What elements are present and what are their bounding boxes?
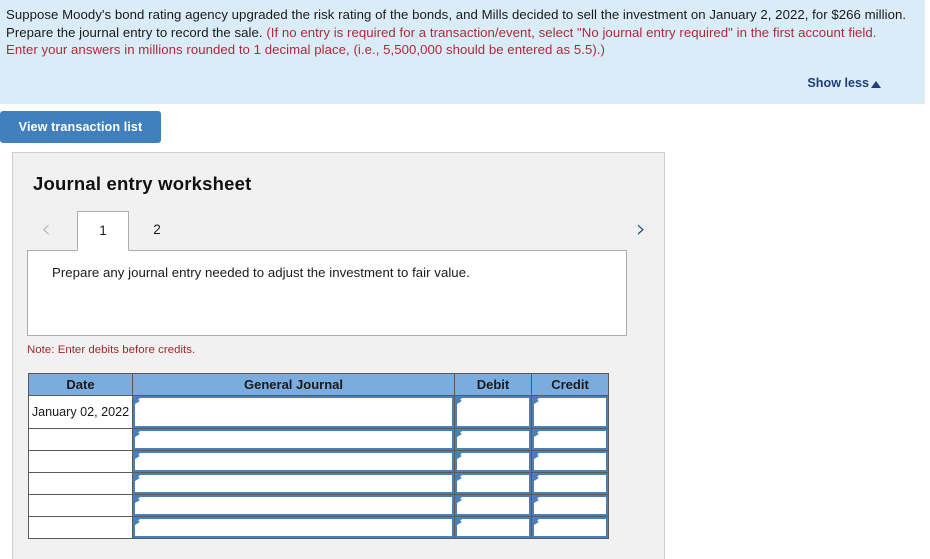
table-row — [28, 494, 609, 517]
debit-cell[interactable] — [454, 450, 532, 473]
debit-input[interactable] — [455, 451, 531, 472]
credit-cell[interactable] — [531, 450, 609, 473]
view-transaction-list-button[interactable]: View transaction list — [0, 111, 161, 143]
show-less-control[interactable]: Show less — [807, 76, 881, 90]
date-cell — [28, 428, 133, 451]
dropdown-marker-icon — [457, 519, 462, 525]
table-row: January 02, 2022 — [28, 395, 609, 429]
credit-input[interactable] — [532, 473, 608, 494]
previous-entry-chevron-icon[interactable]: ‹ — [35, 215, 57, 245]
dropdown-marker-icon — [534, 497, 539, 503]
table-row — [28, 450, 609, 473]
dropdown-marker-icon — [135, 453, 140, 459]
debit-input[interactable] — [455, 429, 531, 450]
dropdown-marker-icon — [135, 519, 140, 525]
column-header-general-journal: General Journal — [132, 373, 455, 396]
next-entry-chevron-icon[interactable]: › — [630, 215, 652, 245]
table-header-row: Date General Journal Debit Credit — [28, 373, 609, 396]
debit-cell[interactable] — [454, 494, 532, 517]
credit-input[interactable] — [532, 495, 608, 516]
general-journal-input[interactable] — [133, 429, 454, 450]
debit-cell[interactable] — [454, 472, 532, 495]
journal-table-header: Date General Journal Debit Credit — [28, 373, 609, 396]
debit-input[interactable] — [455, 495, 531, 516]
debit-cell[interactable] — [454, 428, 532, 451]
dropdown-marker-icon — [534, 519, 539, 525]
dropdown-marker-icon — [135, 497, 140, 503]
worksheet-title: Journal entry worksheet — [33, 173, 252, 194]
general-journal-cell[interactable] — [132, 494, 455, 517]
debit-input[interactable] — [455, 517, 531, 538]
entry-instruction-box: Prepare any journal entry needed to adju… — [27, 250, 627, 336]
date-cell: January 02, 2022 — [28, 395, 133, 429]
journal-entry-table: Date General Journal Debit Credit Januar… — [28, 373, 609, 539]
dropdown-marker-icon — [135, 431, 140, 437]
credit-cell[interactable] — [531, 395, 609, 429]
credit-cell[interactable] — [531, 428, 609, 451]
general-journal-input[interactable] — [133, 473, 454, 494]
date-cell — [28, 472, 133, 495]
credit-input[interactable] — [532, 396, 608, 428]
credit-cell[interactable] — [531, 494, 609, 517]
general-journal-cell[interactable] — [132, 428, 455, 451]
worksheet-tabs: ‹ 1 2 › — [27, 209, 652, 251]
credit-input[interactable] — [532, 451, 608, 472]
general-journal-cell[interactable] — [132, 450, 455, 473]
credit-input[interactable] — [532, 429, 608, 450]
tab-entry-2[interactable]: 2 — [131, 211, 183, 251]
column-header-date: Date — [28, 373, 133, 396]
dropdown-marker-icon — [457, 398, 462, 404]
dropdown-marker-icon — [135, 475, 140, 481]
general-journal-cell[interactable] — [132, 395, 455, 429]
credit-cell[interactable] — [531, 516, 609, 539]
debit-cell[interactable] — [454, 516, 532, 539]
dropdown-marker-icon — [457, 431, 462, 437]
table-row — [28, 428, 609, 451]
column-header-debit: Debit — [454, 373, 532, 396]
dropdown-marker-icon — [457, 453, 462, 459]
date-cell — [28, 516, 133, 539]
table-row — [28, 472, 609, 495]
dropdown-marker-icon — [534, 475, 539, 481]
general-journal-input[interactable] — [133, 517, 454, 538]
entry-instruction-text: Prepare any journal entry needed to adju… — [52, 265, 470, 280]
banner-paragraph: Suppose Moody's bond rating agency upgra… — [6, 6, 911, 59]
date-cell — [28, 494, 133, 517]
tab-entry-1[interactable]: 1 — [77, 211, 129, 251]
general-journal-input[interactable] — [133, 396, 454, 428]
debit-cell[interactable] — [454, 395, 532, 429]
date-cell — [28, 450, 133, 473]
general-journal-input[interactable] — [133, 495, 454, 516]
dropdown-marker-icon — [534, 453, 539, 459]
table-row — [28, 516, 609, 539]
dropdown-marker-icon — [457, 497, 462, 503]
journal-entry-worksheet-panel: Journal entry worksheet ‹ 1 2 › Prepare … — [12, 152, 665, 559]
show-less-link[interactable]: Show less — [807, 76, 869, 90]
journal-table-body: January 02, 2022 — [28, 395, 609, 539]
dropdown-marker-icon — [457, 475, 462, 481]
column-header-credit: Credit — [531, 373, 609, 396]
dropdown-marker-icon — [135, 398, 140, 404]
dropdown-marker-icon — [534, 431, 539, 437]
general-journal-cell[interactable] — [132, 516, 455, 539]
debit-input[interactable] — [455, 473, 531, 494]
credit-input[interactable] — [532, 517, 608, 538]
debit-input[interactable] — [455, 396, 531, 428]
general-journal-input[interactable] — [133, 451, 454, 472]
credit-cell[interactable] — [531, 472, 609, 495]
caret-up-icon — [871, 80, 881, 88]
debits-before-credits-note: Note: Enter debits before credits. — [27, 344, 196, 356]
instruction-banner: Suppose Moody's bond rating agency upgra… — [0, 0, 925, 104]
general-journal-cell[interactable] — [132, 472, 455, 495]
dropdown-marker-icon — [534, 398, 539, 404]
